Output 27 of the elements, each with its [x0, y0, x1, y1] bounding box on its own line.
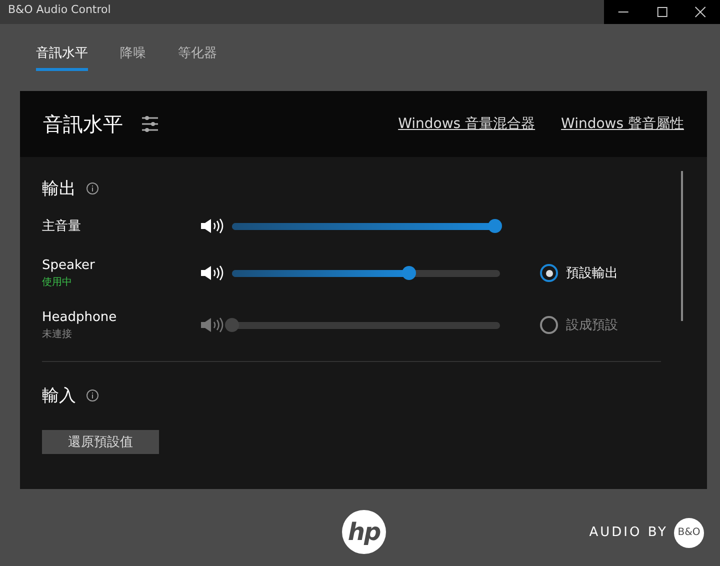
reset-button[interactable]: 還原預設值 [42, 430, 159, 454]
brand-text: AUDIO BY [589, 525, 668, 540]
tab[interactable]: 音訊水平 [36, 44, 88, 71]
link[interactable]: Windows 聲音屬性 [561, 115, 684, 133]
window-title: B&O Audio Control [7, 2, 112, 18]
hp-logo: hp [342, 510, 386, 554]
sliders-icon[interactable] [141, 115, 159, 133]
tab[interactable]: 等化器 [178, 44, 217, 71]
section-title: 輸出 [42, 178, 76, 200]
section-title: 輸入 [42, 384, 76, 406]
speaker-icon [200, 317, 224, 333]
device-status: 未連接 [42, 328, 73, 340]
tab[interactable]: 降噪 [120, 44, 146, 71]
speaker-icon [200, 218, 224, 234]
master-volume-label: 主音量 [42, 218, 82, 235]
device-name: Speaker [42, 258, 96, 272]
default-radio[interactable]: 預設輸出 [540, 264, 661, 282]
speaker-icon [200, 265, 224, 281]
device-status: 使用中 [42, 276, 73, 288]
default-radio[interactable]: 設成預設 [540, 316, 661, 334]
info-icon[interactable] [86, 388, 99, 402]
scrollbar[interactable] [681, 171, 683, 321]
device-name: Headphone [42, 310, 118, 324]
link[interactable]: Windows 音量混合器 [398, 115, 536, 133]
panel-title: 音訊水平 [43, 110, 123, 138]
brand-logo: B&O [674, 518, 704, 548]
info-icon[interactable] [86, 182, 99, 194]
